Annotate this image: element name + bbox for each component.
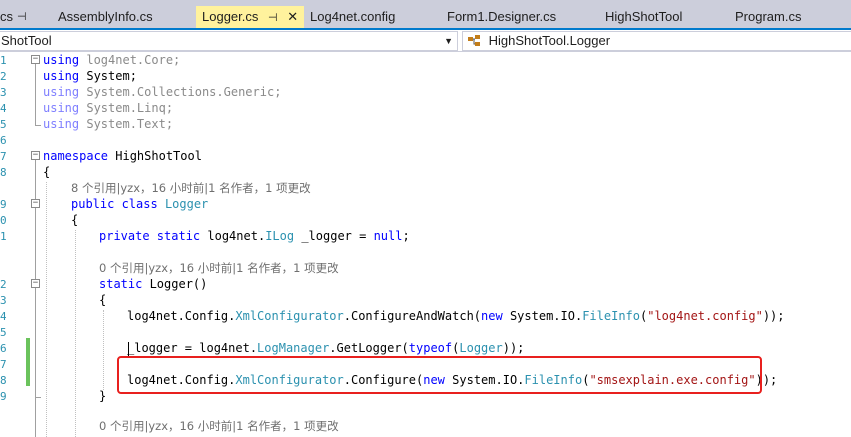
- indent-guide: [103, 310, 104, 390]
- line-number: 0: [0, 214, 6, 227]
- tab-form1-designer[interactable]: Form1.Designer.cs: [447, 6, 556, 28]
- line-number: 6: [0, 134, 6, 147]
- tab-highshottool[interactable]: HighShotTool: [605, 6, 682, 28]
- class-icon: [468, 35, 480, 46]
- type-dropdown[interactable]: HighShotTool.Logger: [462, 31, 851, 51]
- line-number: 7: [0, 358, 6, 371]
- outline-guide: [36, 397, 41, 398]
- line-number: 1: [0, 54, 6, 67]
- line-number: 5: [0, 118, 6, 131]
- line-number: 6: [0, 342, 6, 355]
- code-line: log4net.Config.XmlConfigurator.Configure…: [127, 309, 785, 323]
- collapse-icon[interactable]: −: [31, 55, 40, 64]
- change-indicator: [26, 338, 30, 386]
- line-number: 4: [0, 102, 6, 115]
- indent-guide: [46, 182, 47, 437]
- outline-guide: [36, 125, 41, 126]
- line-number: 7: [0, 150, 6, 163]
- codelens-references[interactable]: 0 个引用|yzx，16 小时前|1 名作者，1 项更改: [99, 260, 339, 276]
- line-number: 3: [0, 294, 6, 307]
- indent-guide: [75, 230, 76, 437]
- tab-log4net-config[interactable]: Log4net.config: [310, 6, 395, 28]
- code-editor[interactable]: 1 2 3 4 5 6 7 8 9 0 1 2 3 4 5 6 7 8 9 − …: [0, 52, 851, 437]
- code-line: static Logger(): [99, 277, 208, 291]
- code-line: using System;: [43, 69, 137, 83]
- line-number: 2: [0, 278, 6, 291]
- type-dropdown-value: HighShotTool.Logger: [488, 33, 611, 48]
- line-number: 4: [0, 310, 6, 323]
- close-icon[interactable]: ✕: [287, 9, 298, 24]
- text-caret: [128, 342, 129, 356]
- code-line: using System.Linq;: [43, 101, 174, 115]
- project-dropdown-value: ShotTool: [1, 33, 52, 48]
- code-line: {: [99, 293, 107, 307]
- collapse-icon[interactable]: −: [31, 151, 40, 160]
- pin-icon[interactable]: ⊣: [268, 12, 278, 24]
- tab-logger-active[interactable]: Logger.cs ⊣ ✕: [196, 6, 305, 28]
- code-line: using System.Text;: [43, 117, 174, 131]
- code-line: }: [99, 389, 107, 403]
- line-number: 9: [0, 198, 6, 211]
- line-number: 9: [0, 390, 6, 403]
- collapse-icon[interactable]: −: [31, 279, 40, 288]
- line-number: 1: [0, 230, 6, 243]
- line-number: 8: [0, 166, 6, 179]
- code-line: using log4net.Core;: [43, 53, 181, 67]
- tab-partial[interactable]: cs: [0, 6, 13, 28]
- code-line: {: [71, 213, 79, 227]
- code-line: _logger = log4net.LogManager.GetLogger(t…: [127, 341, 525, 355]
- code-line: namespace HighShotTool: [43, 149, 202, 163]
- tab-program[interactable]: Program.cs: [735, 6, 801, 28]
- code-line: private static log4net.ILog _logger = nu…: [99, 229, 410, 243]
- highlight-annotation: [117, 356, 762, 394]
- chevron-down-icon[interactable]: ▼: [444, 32, 453, 50]
- line-number: 2: [0, 70, 6, 83]
- tab-label: Logger.cs: [202, 9, 259, 24]
- line-number: 3: [0, 86, 6, 99]
- line-number: 8: [0, 374, 6, 387]
- collapse-icon[interactable]: −: [31, 199, 40, 208]
- navigation-bar: ShotTool ▼ HighShotTool.Logger: [0, 30, 851, 52]
- document-tab-strip: cs ⊣ AssemblyInfo.cs Logger.cs ⊣ ✕ Log4n…: [0, 0, 851, 30]
- code-line: public class Logger: [71, 197, 209, 211]
- outline-guide: [35, 64, 36, 126]
- code-line: using System.Collections.Generic;: [43, 85, 282, 99]
- codelens-references[interactable]: 0 个引用|yzx，16 小时前|1 名作者，1 项更改: [99, 418, 339, 434]
- codelens-references[interactable]: 8 个引用|yzx，16 小时前|1 名作者，1 项更改: [71, 180, 311, 196]
- project-dropdown[interactable]: ShotTool ▼: [0, 31, 458, 51]
- tab-assemblyinfo[interactable]: AssemblyInfo.cs: [58, 6, 153, 28]
- code-line: {: [43, 165, 51, 179]
- line-number: 5: [0, 326, 6, 339]
- pin-icon[interactable]: ⊣: [17, 6, 27, 28]
